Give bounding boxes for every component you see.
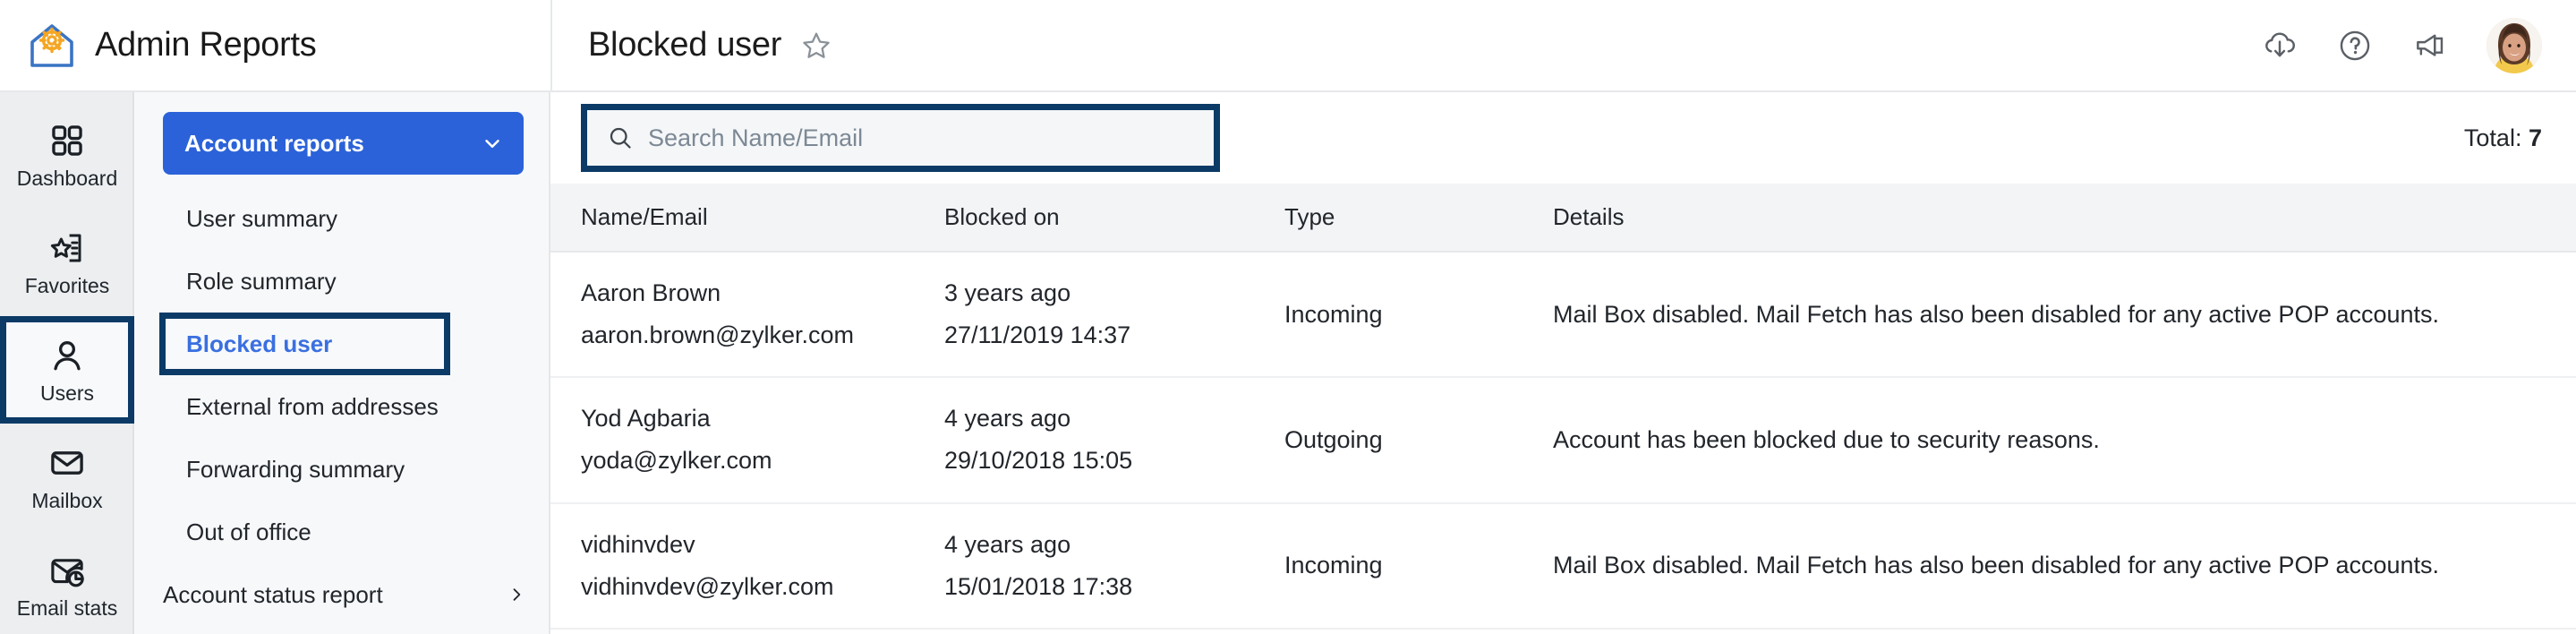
table-row[interactable]: Aaron Brown aaron.brown@zylker.com 3 yea… [550, 252, 2576, 378]
nav-item-role-summary[interactable]: Role summary [134, 250, 549, 313]
app-title: Admin Reports [95, 26, 317, 64]
star-list-icon [48, 229, 86, 267]
page-title: Blocked user [588, 26, 782, 64]
main-content: Total: 7 Name/Email Blocked on Type Deta… [550, 92, 2576, 634]
page-title-wrap: Blocked user [588, 26, 832, 64]
column-header-details[interactable]: Details [1553, 184, 2576, 253]
home-gear-icon [25, 19, 79, 73]
sidebar-item-label: Email stats [16, 595, 118, 620]
user-avatar[interactable] [2486, 17, 2542, 73]
cell-type: Incoming [1284, 552, 1383, 579]
nav-item-out-of-office[interactable]: Out of office [134, 501, 549, 563]
nav-group-account-reports[interactable]: Account reports [163, 112, 524, 175]
chevron-right-icon [508, 586, 525, 604]
download-icon[interactable] [2261, 27, 2299, 64]
primary-rail: Dashboard Favorites Users Mailbox Email … [0, 92, 134, 634]
header-actions [2261, 17, 2542, 73]
nav-item-label: External from addresses [186, 392, 439, 420]
row-blocked-absolute: 15/01/2018 17:38 [944, 572, 1133, 600]
total-value: 7 [2528, 124, 2542, 151]
nav-item-external-from-addresses[interactable]: External from addresses [134, 375, 549, 438]
table-body: Aaron Brown aaron.brown@zylker.com 3 yea… [550, 252, 2576, 629]
nav-item-label: Account status report [163, 580, 383, 608]
chevron-down-icon [481, 132, 504, 155]
table-header-row: Name/Email Blocked on Type Details [550, 184, 2576, 253]
row-blocked-relative: 4 years ago [944, 405, 1071, 433]
table-container[interactable]: Name/Email Blocked on Type Details Aaron… [550, 184, 2576, 634]
nav-group-label: Account reports [184, 129, 364, 157]
nav-item-label: Role summary [186, 267, 337, 295]
sidebar-item-users[interactable]: Users [0, 316, 134, 424]
page-header: Blocked user [552, 0, 2576, 90]
sidebar-item-label: Favorites [24, 273, 110, 297]
column-header-blocked-on[interactable]: Blocked on [944, 184, 1284, 253]
row-email: vidhinvdev@zylker.com [581, 572, 834, 600]
nav-item-user-summary[interactable]: User summary [134, 187, 549, 250]
body: Dashboard Favorites Users Mailbox Email … [0, 92, 2576, 634]
toolbar: Total: 7 [550, 92, 2576, 184]
sidebar-item-label: Mailbox [31, 488, 103, 512]
app-root: Admin Reports Blocked user Dashboard Fav… [0, 0, 2576, 634]
nav-item-label: Out of office [186, 518, 311, 545]
row-email: yoda@zylker.com [581, 447, 772, 475]
table-row[interactable]: vidhinvdev vidhinvdev@zylker.com 4 years… [550, 503, 2576, 629]
cell-details: Account has been blocked due to security… [1553, 425, 2100, 453]
nav-item-label: Blocked user [186, 330, 333, 357]
row-name: Yod Agbaria [581, 405, 711, 433]
nav-item-forwarding-summary[interactable]: Forwarding summary [134, 438, 549, 501]
row-blocked-relative: 3 years ago [944, 279, 1071, 306]
cell-blocked-on: 4 years ago 29/10/2018 15:05 [944, 377, 1284, 502]
row-name: Aaron Brown [581, 279, 721, 306]
blocked-users-table: Name/Email Blocked on Type Details Aaron… [550, 184, 2576, 630]
search-icon [607, 124, 634, 151]
total-count: Total: 7 [2464, 124, 2542, 152]
search-box[interactable] [581, 104, 1220, 172]
person-icon [48, 337, 86, 374]
star-outline-icon[interactable] [801, 30, 832, 61]
nav-item-blocked-user[interactable]: Blocked user [159, 313, 450, 375]
column-header-type[interactable]: Type [1284, 184, 1553, 253]
nav-item-label: User summary [186, 204, 338, 232]
search-input[interactable] [634, 110, 1214, 166]
grid-icon [48, 122, 86, 159]
mail-chart-icon [48, 552, 86, 589]
nav-item-label: Forwarding summary [186, 455, 405, 483]
sidebar-item-favorites[interactable]: Favorites [0, 209, 134, 316]
table-row[interactable]: Yod Agbaria yoda@zylker.com 4 years ago … [550, 377, 2576, 503]
cell-details: Mail Box disabled. Mail Fetch has also b… [1553, 300, 2440, 328]
cell-name-email: Yod Agbaria yoda@zylker.com [550, 377, 944, 502]
brand[interactable]: Admin Reports [0, 0, 552, 90]
envelope-icon [48, 444, 86, 482]
row-email: aaron.brown@zylker.com [581, 321, 855, 349]
cell-blocked-on: 3 years ago 27/11/2019 14:37 [944, 252, 1284, 377]
nav-item-list: User summary Role summary Blocked user E… [134, 187, 549, 626]
announcement-icon[interactable] [2411, 27, 2449, 64]
cell-name-email: Aaron Brown aaron.brown@zylker.com [550, 252, 944, 377]
secondary-nav: Account reports User summary Role summar… [134, 92, 550, 634]
cell-details: Mail Box disabled. Mail Fetch has also b… [1553, 552, 2440, 579]
cell-type: Outgoing [1284, 425, 1383, 453]
sidebar-item-email-stats[interactable]: Email stats [0, 531, 134, 634]
sidebar-item-label: Dashboard [16, 166, 118, 190]
row-blocked-absolute: 27/11/2019 14:37 [944, 321, 1131, 349]
column-header-name-email[interactable]: Name/Email [550, 184, 944, 253]
row-name: vidhinvdev [581, 530, 695, 558]
top-bar: Admin Reports Blocked user [0, 0, 2576, 92]
row-blocked-relative: 4 years ago [944, 530, 1071, 558]
total-label: Total: [2463, 124, 2522, 151]
row-blocked-absolute: 29/10/2018 15:05 [944, 447, 1133, 475]
cell-type: Incoming [1284, 300, 1383, 328]
help-icon[interactable] [2336, 27, 2374, 64]
sidebar-item-mailbox[interactable]: Mailbox [0, 424, 134, 531]
sidebar-item-dashboard[interactable]: Dashboard [0, 101, 134, 209]
cell-name-email: vidhinvdev vidhinvdev@zylker.com [550, 503, 944, 629]
nav-item-account-status-report[interactable]: Account status report [134, 563, 549, 626]
sidebar-item-label: Users [39, 381, 95, 405]
table-header: Name/Email Blocked on Type Details [550, 184, 2576, 253]
cell-blocked-on: 4 years ago 15/01/2018 17:38 [944, 503, 1284, 629]
